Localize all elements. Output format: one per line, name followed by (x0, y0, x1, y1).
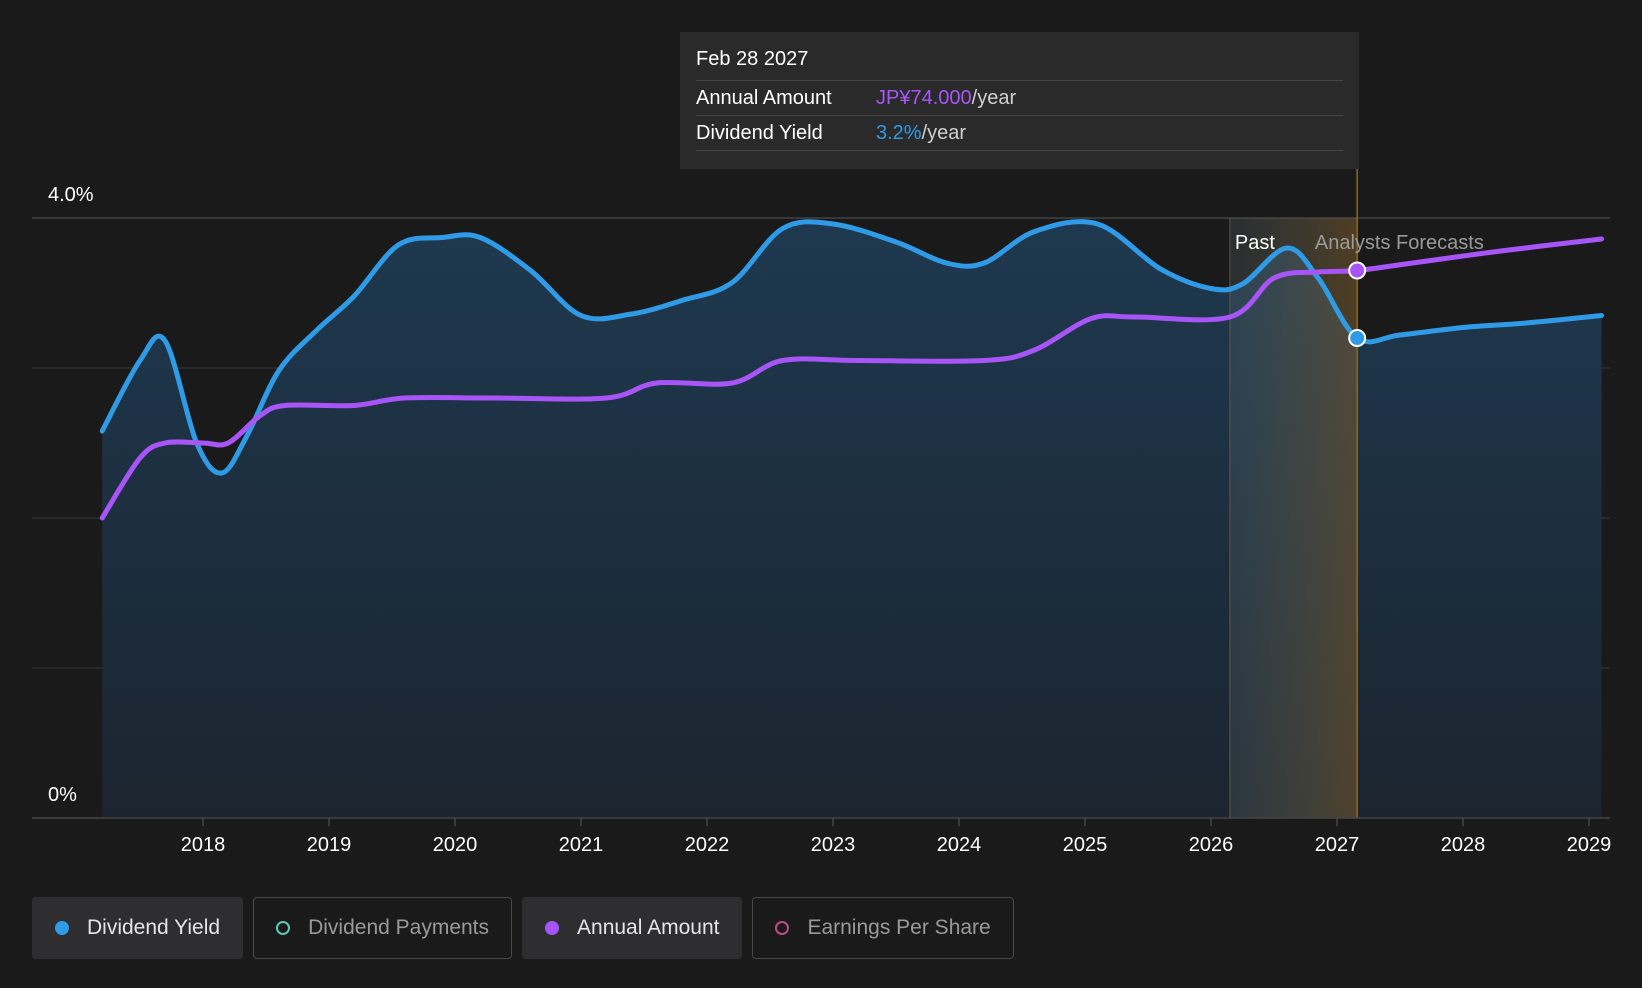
annual-amount-point (1348, 261, 1367, 280)
legend-label: Dividend Payments (308, 916, 490, 939)
x-tick-label: 2023 (811, 834, 856, 856)
legend-label: Earnings Per Share (807, 916, 991, 939)
past-label: Past (1235, 232, 1275, 254)
chart-legend: Dividend Yield Dividend Payments Annual … (32, 897, 1014, 959)
x-tick-label: 2025 (1063, 834, 1108, 856)
dividend-payments-ring-icon (276, 921, 291, 935)
dividend-yield-dot-icon (55, 921, 69, 935)
forecast-label: Analysts Forecasts (1315, 232, 1484, 254)
x-tick-label: 2026 (1189, 834, 1234, 856)
x-tick-label: 2020 (433, 834, 478, 856)
x-axis-ticks: 2018 2019 2020 2021 2022 2023 2024 2025 2026 2027… (181, 818, 1612, 856)
x-tick-label: 2018 (181, 834, 226, 856)
tooltip-row-annual-amount: Annual Amount JP¥74.000 /year (696, 81, 1343, 116)
y-axis-bottom-label: 0% (48, 784, 77, 806)
tooltip-label: Dividend Yield (696, 122, 823, 144)
dividend-yield-area (102, 221, 1602, 818)
legend-dividend-payments[interactable]: Dividend Payments (253, 897, 513, 959)
x-tick-label: 2029 (1567, 834, 1612, 856)
tooltip-date: Feb 28 2027 (696, 44, 1343, 81)
legend-dividend-yield[interactable]: Dividend Yield (32, 897, 244, 959)
earnings-per-share-ring-icon (775, 921, 790, 935)
tooltip-label: Annual Amount (696, 87, 832, 109)
annual-amount-dot-icon (545, 921, 560, 935)
tooltip-unit: /year (921, 122, 967, 144)
y-axis-top-label: 4.0% (48, 184, 94, 206)
chart-tooltip: Feb 28 2027 Annual Amount JP¥74.000 /yea… (680, 32, 1359, 169)
legend-earnings-per-share[interactable]: Earnings Per Share (752, 897, 1014, 959)
legend-label: Dividend Yield (87, 916, 221, 939)
x-tick-label: 2022 (685, 834, 730, 856)
x-tick-label: 2028 (1441, 834, 1486, 856)
x-tick-label: 2021 (559, 834, 604, 856)
legend-label: Annual Amount (577, 916, 720, 939)
x-tick-label: 2019 (307, 834, 352, 856)
tooltip-value: 3.2% (876, 122, 922, 144)
tooltip-row-dividend-yield: Dividend Yield 3.2% /year (696, 116, 1343, 151)
legend-annual-amount[interactable]: Annual Amount (522, 897, 743, 959)
tooltip-value: JP¥74.000 (876, 87, 972, 109)
x-tick-label: 2024 (937, 834, 982, 856)
dividend-yield-point (1348, 329, 1367, 347)
tooltip-unit: /year (971, 87, 1017, 109)
x-tick-label: 2027 (1315, 834, 1360, 856)
